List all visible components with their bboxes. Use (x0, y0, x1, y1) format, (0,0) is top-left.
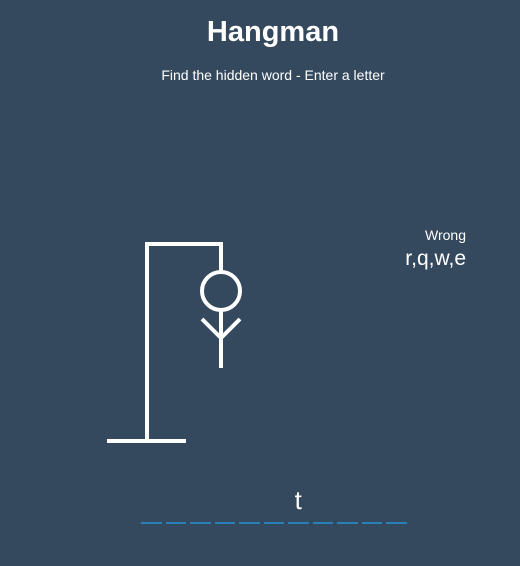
word-letter-slot (239, 482, 260, 524)
wrong-letters-label: Wrong (425, 227, 466, 243)
hangman-left-arm (200, 317, 223, 340)
word-letter-slot (190, 482, 211, 524)
word-letter-slot (263, 482, 284, 524)
word-letter-slot (361, 482, 382, 524)
word-letter-slot (337, 482, 358, 524)
hangman-head (200, 270, 242, 312)
wrong-letters-panel: Wrong r,q,w,e (405, 227, 466, 272)
wrong-letters-list: r,q,w,e (405, 247, 466, 270)
word-letter-slot (386, 482, 407, 524)
word-letter-slot (141, 482, 162, 524)
hangman-right-arm (219, 317, 242, 340)
word-letter-slot: t (288, 482, 309, 524)
hidden-word: t (141, 482, 407, 524)
word-letter-slot (165, 482, 186, 524)
word-letter-slot (214, 482, 235, 524)
word-letter-slot (312, 482, 333, 524)
